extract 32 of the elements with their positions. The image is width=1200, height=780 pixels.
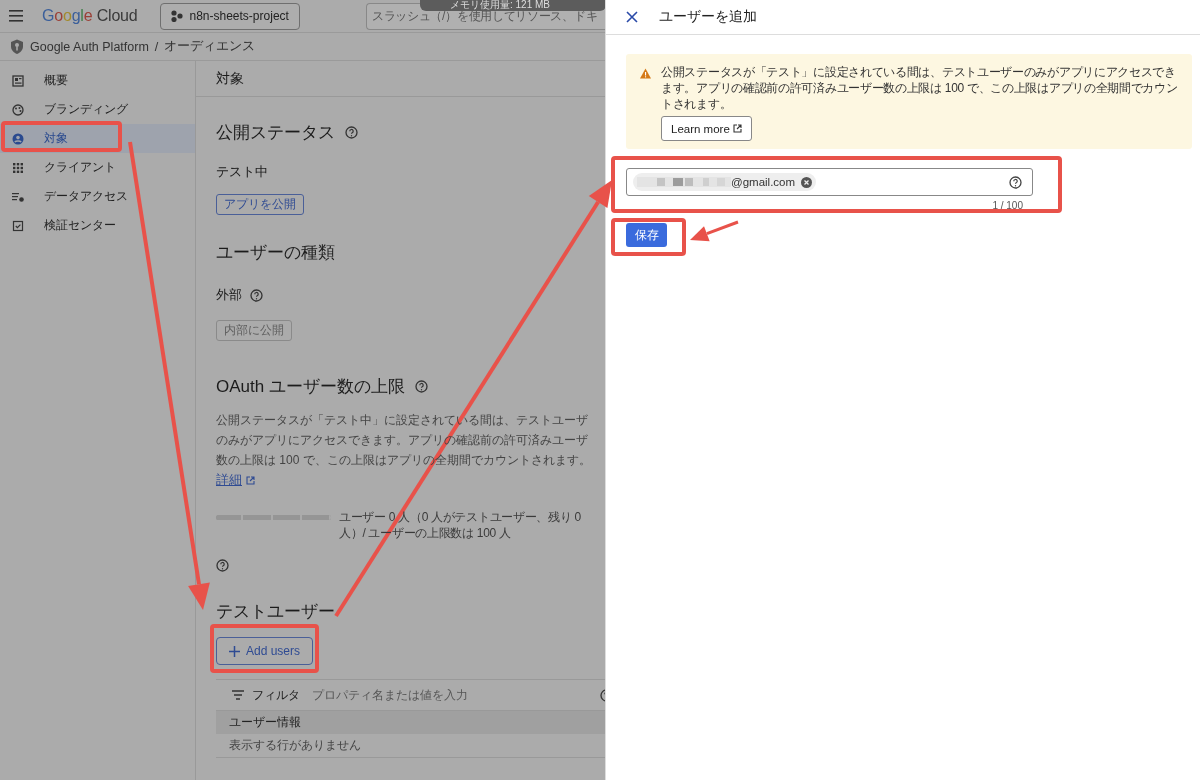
section-heading: OAuth ユーザー数の上限 [216, 376, 405, 398]
sidebar-item[interactable]: データアクセス [0, 182, 195, 211]
panel-title: ユーザーを追加 [659, 8, 757, 26]
sidebar-item[interactable]: 検証センター [0, 211, 195, 240]
filter-label: フィルタ [252, 686, 300, 704]
status-text: テスト中 [216, 163, 269, 181]
breadcrumb-separator: / [154, 39, 159, 54]
empty-message: 表示する行がありません [216, 734, 605, 758]
section-heading: ユーザーの種類 [216, 242, 336, 264]
email-chip[interactable]: @gmail.com [633, 173, 817, 191]
sidebar-item[interactable]: ブランディング [0, 95, 195, 124]
filter-field[interactable]: プロパティ名または値を入力 [312, 686, 468, 704]
character-counter: 1 / 100 [991, 200, 1024, 211]
sidebar-item[interactable]: 概要 [0, 66, 195, 95]
user-type-text: 外部 [216, 286, 242, 304]
product-logo[interactable]: Google Cloud [42, 7, 138, 25]
warning-text: 公開ステータスが「テスト」に設定されている間は、テストユーザーのみがアプリにアクセスでき ます。アプリの確認前の許可済みユーザー数の上限は 100 で、この上限はアプリの全期間でカウン トされます。 [661, 64, 1178, 112]
column-header: ユーザー情報 [216, 710, 605, 734]
breadcrumb-link[interactable]: Google Auth Platform [30, 39, 149, 54]
section-heading: テストユーザー [216, 601, 336, 623]
details-link[interactable]: 詳細 [216, 472, 255, 489]
learn-more-button[interactable]: Learn more [661, 116, 752, 141]
email-field[interactable]: @gmail.com [626, 168, 1033, 196]
memory-tooltip: メモリ使用量: 121 MB [420, 0, 605, 11]
project-picker[interactable]: n8n-sheets-project [159, 2, 300, 30]
section-heading: 公開ステータス [216, 122, 335, 144]
sidebar-item[interactable]: クライアント [0, 153, 195, 182]
page-title: 対象 [196, 61, 605, 97]
publish-button[interactable]: アプリを公開 [216, 194, 304, 215]
add-users-button[interactable]: Add users [216, 637, 314, 665]
breadcrumb-current: オーディエンス [164, 38, 256, 55]
save-button[interactable]: 保存 [626, 223, 667, 247]
